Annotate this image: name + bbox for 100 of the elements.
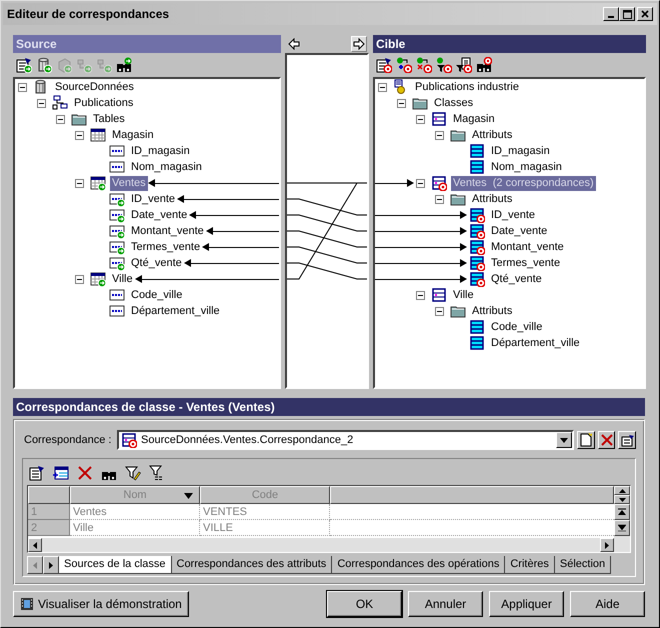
- tab[interactable]: Sources de la classe: [59, 556, 172, 574]
- collapse-icon[interactable]: [378, 82, 387, 92]
- tree-item[interactable]: Termes_vente: [489, 256, 562, 270]
- scroll-right-icon[interactable]: [605, 542, 609, 548]
- collapse-icon[interactable]: [75, 178, 84, 188]
- scroll-up-icon[interactable]: [618, 488, 626, 492]
- tree-item[interactable]: Attributs: [470, 192, 514, 206]
- tree-item[interactable]: Ventes (2 correspondances): [451, 176, 596, 190]
- tree-item[interactable]: Attributs: [470, 128, 514, 142]
- tree-item[interactable]: Département_ville: [129, 304, 222, 318]
- properties-icon[interactable]: [376, 57, 392, 73]
- collapse-icon[interactable]: [37, 98, 46, 108]
- table-cell: Ventes: [70, 504, 200, 520]
- tree-item[interactable]: Date_vente: [489, 224, 550, 238]
- remove-link-icon[interactable]: [416, 57, 432, 73]
- arrow-left-icon[interactable]: [288, 38, 300, 50]
- tree-item[interactable]: Ville: [110, 272, 135, 286]
- collapse-icon[interactable]: [416, 178, 425, 188]
- tree-item[interactable]: Qté_vente: [129, 256, 184, 270]
- dialog-button[interactable]: Annuler: [408, 591, 483, 617]
- properties-button[interactable]: [618, 431, 636, 449]
- attribute-icon: [469, 319, 485, 335]
- tree-item[interactable]: ID_vente: [489, 208, 538, 222]
- tree-item[interactable]: SourceDonnées: [53, 80, 136, 94]
- tree-item[interactable]: Qté_vente: [489, 272, 544, 286]
- collapse-icon[interactable]: [435, 130, 444, 140]
- binoculars-icon[interactable]: [476, 57, 492, 73]
- collapse-icon[interactable]: [397, 98, 406, 108]
- delete-icon[interactable]: [77, 465, 93, 481]
- tree-item[interactable]: Code_ville: [489, 320, 544, 334]
- panel-header: Cible: [373, 35, 646, 53]
- scroll-top-icon[interactable]: [618, 508, 626, 516]
- collapse-icon[interactable]: [416, 114, 425, 124]
- tree-item[interactable]: ID_magasin: [489, 144, 552, 158]
- tab[interactable]: Correspondances des attributs: [172, 556, 332, 574]
- tree-item[interactable]: Date_vente: [129, 208, 190, 222]
- mapping-dropdown[interactable]: SourceDonnées.Ventes.Correspondance_2: [117, 430, 574, 450]
- dialog-button[interactable]: Appliquer: [489, 591, 564, 617]
- demo-label: Visualiser la démonstration: [38, 597, 182, 611]
- tree-item[interactable]: Code_ville: [129, 288, 184, 302]
- tree-item[interactable]: Tables: [91, 112, 127, 126]
- demo-button[interactable]: Visualiser la démonstration: [13, 591, 189, 617]
- collapse-icon[interactable]: [18, 82, 27, 92]
- scroll-down-icon[interactable]: [618, 498, 626, 502]
- tree-item[interactable]: Termes_vente: [129, 240, 202, 254]
- tab-scroll-right[interactable]: [43, 556, 59, 574]
- close-icon: [641, 10, 649, 18]
- collapse-icon[interactable]: [416, 290, 425, 300]
- database-icon[interactable]: [36, 57, 52, 73]
- vertical-scrollbar[interactable]: [614, 486, 630, 552]
- tree-item[interactable]: Publications industrie: [413, 80, 521, 94]
- attribute-icon: [469, 239, 485, 255]
- tab[interactable]: Critères: [505, 556, 555, 574]
- maximize-button[interactable]: [619, 7, 635, 21]
- add-rows-icon[interactable]: [53, 465, 69, 481]
- new-button[interactable]: [577, 431, 595, 449]
- collapse-icon[interactable]: [435, 194, 444, 204]
- arrow-right-icon: [49, 562, 53, 568]
- filter-icon[interactable]: [436, 57, 452, 73]
- collapse-icon[interactable]: [75, 274, 84, 284]
- tree-item[interactable]: Montant_vente: [129, 224, 206, 238]
- dropdown-icon[interactable]: [560, 438, 568, 442]
- tree-item[interactable]: Nom_magasin: [489, 160, 564, 174]
- tree-item[interactable]: Magasin: [110, 128, 156, 142]
- class-icon: [121, 432, 137, 448]
- arrow-right-button[interactable]: [351, 36, 367, 52]
- dialog-button[interactable]: Aide: [570, 591, 645, 617]
- tree-item[interactable]: Ventes: [110, 176, 148, 190]
- add-link-icon[interactable]: [396, 57, 412, 73]
- tree-item[interactable]: Classes: [432, 96, 476, 110]
- properties-icon[interactable]: [29, 465, 45, 481]
- tab[interactable]: Correspondances des opérations: [332, 556, 506, 574]
- delete-button[interactable]: [598, 431, 616, 449]
- dialog-button[interactable]: OK: [327, 591, 402, 617]
- collapse-icon[interactable]: [75, 130, 84, 140]
- tree-item[interactable]: Département_ville: [489, 336, 582, 350]
- edit-filter-icon[interactable]: [125, 465, 141, 481]
- panel-header: Source: [13, 35, 281, 53]
- scroll-bottom-icon[interactable]: [618, 524, 626, 532]
- collapse-icon[interactable]: [56, 114, 65, 124]
- tree-item[interactable]: Attributs: [470, 304, 514, 318]
- tree-item[interactable]: Ville: [451, 288, 476, 302]
- minimize-button[interactable]: [603, 7, 619, 21]
- tree-item[interactable]: ID_magasin: [129, 144, 192, 158]
- table-icon: [90, 127, 106, 143]
- scroll-left-icon[interactable]: [33, 542, 37, 548]
- tree-item[interactable]: Magasin: [451, 112, 497, 126]
- tree-item[interactable]: ID_vente: [129, 192, 178, 206]
- close-button[interactable]: [637, 7, 653, 21]
- properties-icon[interactable]: [16, 57, 32, 73]
- list-filter-icon[interactable]: [456, 57, 472, 73]
- collapse-icon[interactable]: [435, 306, 444, 316]
- tree-item[interactable]: Publications: [72, 96, 136, 110]
- tree-item[interactable]: Nom_magasin: [129, 160, 204, 174]
- clear-filter-icon[interactable]: [149, 465, 165, 481]
- binoculars-icon[interactable]: [116, 57, 132, 73]
- tree-item[interactable]: Montant_vente: [489, 240, 566, 254]
- tab[interactable]: Sélection: [554, 556, 612, 574]
- horizontal-scrollbar[interactable]: [28, 538, 614, 552]
- tab-scroll-left[interactable]: [27, 556, 43, 574]
